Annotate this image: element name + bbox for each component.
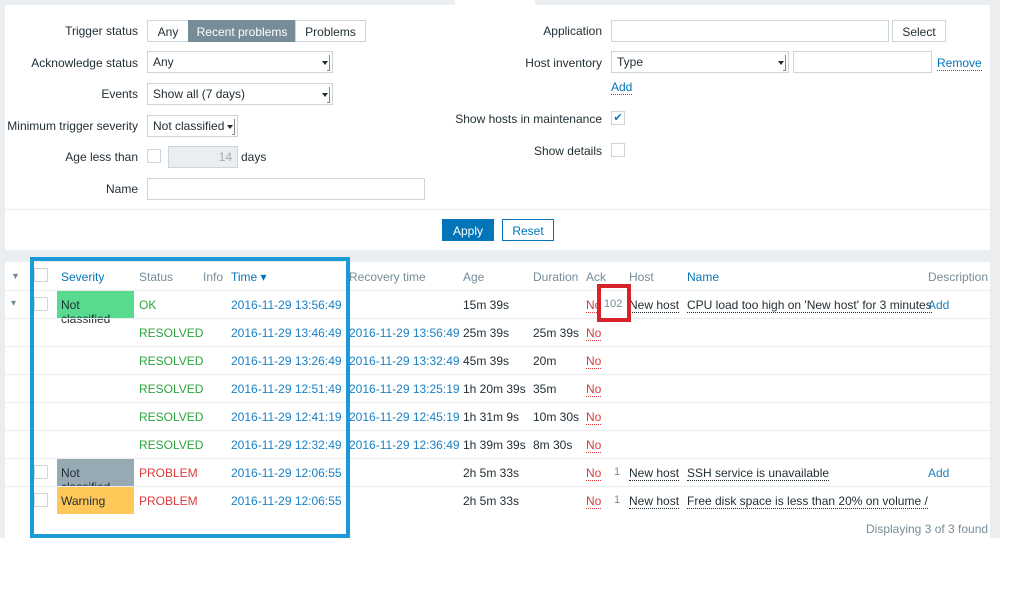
duration-text: 25m 39s (533, 326, 580, 340)
events-label: Events (101, 87, 138, 101)
header-recovery-time: Recovery time (349, 270, 426, 284)
age-text: 2h 5m 33s (463, 494, 520, 508)
host-inventory-add-link[interactable]: Add (611, 80, 633, 95)
host-link[interactable]: New host (629, 466, 680, 481)
application-select-button[interactable]: Select (892, 20, 946, 42)
ack-status-link[interactable]: No (586, 354, 602, 369)
problem-name-link[interactable]: Free disk space is less than 20% on volu… (687, 494, 928, 509)
apply-button[interactable]: Apply (442, 219, 494, 241)
maintenance-label: Show hosts in maintenance (455, 112, 602, 126)
header-duration: Duration (533, 270, 579, 284)
details-checkbox[interactable] (611, 143, 625, 157)
duration-text: 10m 30s (533, 410, 580, 424)
problem-name-link[interactable]: SSH service is unavailable (687, 466, 830, 481)
maintenance-checkbox[interactable]: ✔ (611, 111, 625, 125)
recovery-time-link[interactable]: 2016-11-29 12:36:49 (349, 438, 460, 452)
duration-text: 8m 30s (533, 438, 573, 452)
trigger-status-label: Trigger status (65, 24, 138, 38)
host-inventory-remove-link[interactable]: Remove (937, 56, 982, 71)
min-severity-select[interactable]: Not classified (147, 115, 238, 137)
reset-button[interactable]: Reset (502, 219, 554, 241)
highlight-box-blue (30, 257, 350, 538)
ack-status-label: Acknowledge status (31, 56, 138, 70)
age-text: 15m 39s (463, 298, 510, 312)
duration-text: 35m (533, 382, 557, 396)
host-link[interactable]: New host (629, 298, 680, 313)
events-select[interactable]: Show all (7 days) (147, 83, 333, 105)
recovery-time-link[interactable]: 2016-11-29 12:45:19 (349, 410, 460, 424)
name-input[interactable] (147, 178, 425, 200)
age-unit: days (241, 150, 267, 164)
problem-name-link[interactable]: CPU load too high on 'New host' for 3 mi… (687, 298, 932, 313)
expand-toggle-icon[interactable]: ▾ (11, 298, 16, 309)
ack-status-link[interactable]: No (586, 410, 602, 425)
highlight-box-red (597, 284, 631, 322)
application-input[interactable] (611, 20, 889, 42)
host-link[interactable]: New host (629, 494, 680, 509)
age-text: 1h 39m 39s (463, 438, 526, 452)
trigger-status-recent-problems[interactable]: Recent problems (188, 20, 296, 42)
age-text: 45m 39s (463, 354, 510, 368)
host-inventory-label: Host inventory (525, 56, 602, 70)
header-ack: Ack (586, 270, 607, 284)
age-checkbox[interactable] (147, 149, 161, 163)
age-label: Age less than (65, 150, 138, 164)
description-add-link[interactable]: Add (928, 466, 949, 480)
recovery-time-link[interactable]: 2016-11-29 13:32:49 (349, 354, 460, 368)
ack-status-select[interactable]: Any (147, 51, 333, 73)
host-inventory-value-input[interactable] (793, 51, 932, 73)
header-age: Age (463, 270, 485, 284)
recovery-time-link[interactable]: 2016-11-29 13:56:49 (349, 326, 460, 340)
check-icon: ✔ (613, 112, 623, 124)
ack-status-link[interactable]: No (586, 326, 602, 341)
table-footer-count: Displaying 3 of 3 found (866, 522, 989, 536)
trigger-status-problems[interactable]: Problems (295, 20, 366, 42)
description-add-link[interactable]: Add (928, 298, 949, 312)
duration-text: 20m (533, 354, 557, 368)
filter-divider (5, 209, 990, 210)
name-label: Name (105, 182, 138, 196)
min-severity-label: Minimum trigger severity (7, 119, 138, 133)
recovery-time-link[interactable]: 2016-11-29 13:25:19 (349, 382, 460, 396)
host-inventory-field-select[interactable]: Type (611, 51, 789, 73)
ack-count: 1 (614, 466, 621, 478)
ack-count: 1 (614, 494, 621, 506)
details-label: Show details (533, 144, 602, 158)
collapse-all-icon[interactable]: ▼ (11, 271, 20, 281)
ack-status-link[interactable]: No (586, 466, 602, 481)
age-input[interactable]: 14 (168, 146, 238, 168)
ack-status-link[interactable]: No (586, 438, 602, 453)
age-text: 25m 39s (463, 326, 510, 340)
application-label: Application (543, 24, 602, 38)
age-text: 2h 5m 33s (463, 466, 520, 480)
header-description: Description (928, 270, 989, 284)
header-name[interactable]: Name (687, 270, 719, 284)
age-text: 1h 20m 39s (463, 382, 526, 396)
ack-status-link[interactable]: No (586, 494, 602, 509)
header-host: Host (629, 270, 654, 284)
ack-status-link[interactable]: No (586, 382, 602, 397)
trigger-status-any[interactable]: Any (147, 20, 189, 42)
age-text: 1h 31m 9s (463, 410, 520, 424)
